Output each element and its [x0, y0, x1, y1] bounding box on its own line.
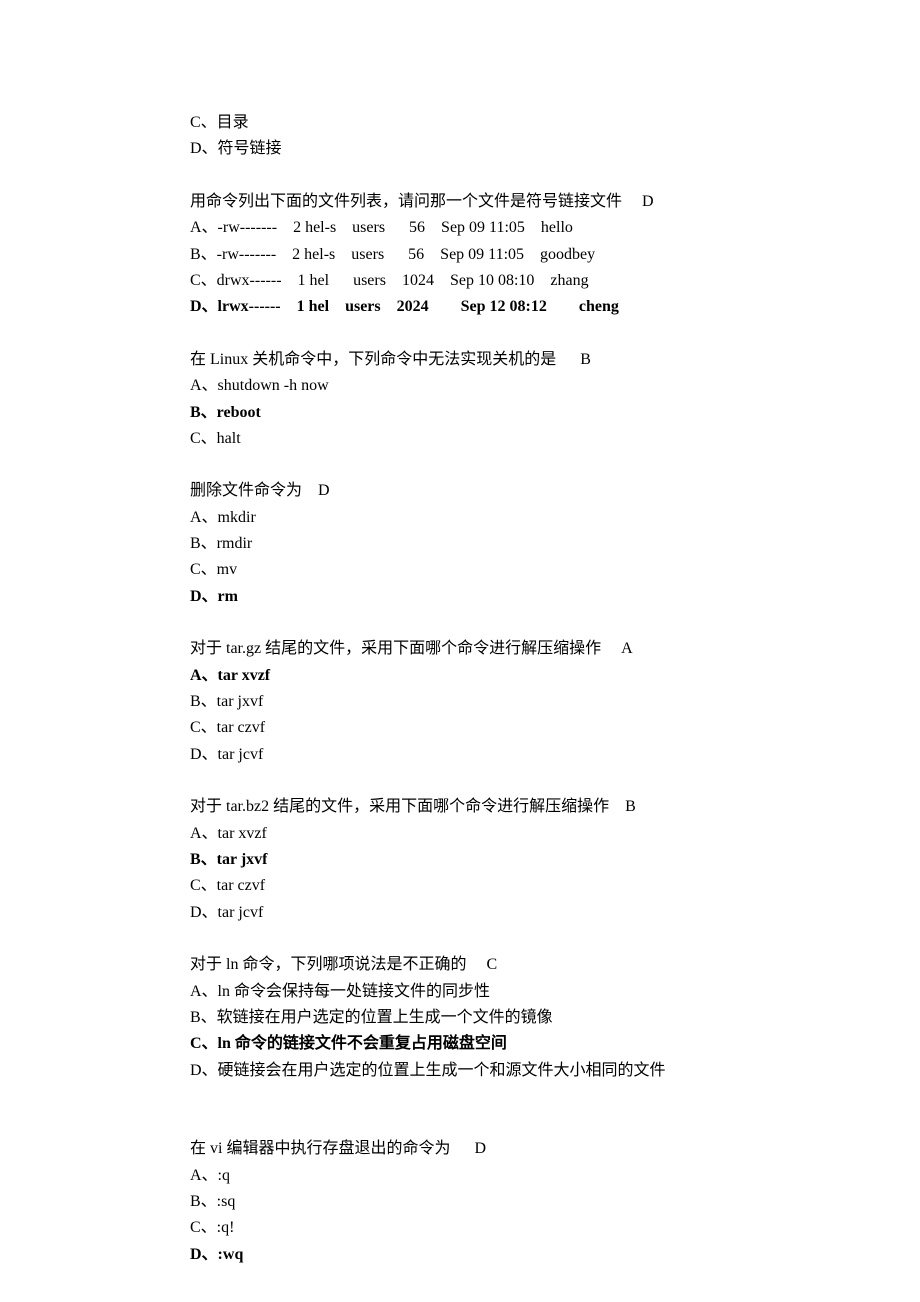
option-b: B、-rw------- 2 hel-s users 56 Sep 09 11:… — [190, 242, 730, 268]
option-c: C、:q! — [190, 1215, 730, 1241]
option-c: C、drwx------ 1 hel users 1024 Sep 10 08:… — [190, 268, 730, 294]
option-a: A、mkdir — [190, 505, 730, 531]
question-ln: 对于 ln 命令，下列哪项说法是不正确的 C A、ln 命令会保持每一处链接文件… — [190, 952, 730, 1084]
orphan-options: C、目录 D、符号链接 — [190, 110, 730, 163]
option-a-answer: A、tar xvzf — [190, 663, 730, 689]
option-c: C、目录 — [190, 110, 730, 136]
option-a: A、:q — [190, 1163, 730, 1189]
option-c: C、tar czvf — [190, 715, 730, 741]
question-stem: 在 Linux 关机命令中，下列命令中无法实现关机的是 B — [190, 347, 730, 373]
option-b-answer: B、tar jxvf — [190, 847, 730, 873]
option-b-answer: B、reboot — [190, 400, 730, 426]
option-d: D、tar jcvf — [190, 900, 730, 926]
option-a: A、tar xvzf — [190, 821, 730, 847]
option-a: A、ln 命令会保持每一处链接文件的同步性 — [190, 979, 730, 1005]
question-symlink: 用命令列出下面的文件列表，请问那一个文件是符号链接文件 D A、-rw-----… — [190, 189, 730, 321]
question-tarbz2: 对于 tar.bz2 结尾的文件，采用下面哪个命令进行解压缩操作 B A、tar… — [190, 794, 730, 926]
option-d-answer: D、:wq — [190, 1242, 730, 1268]
option-b: B、:sq — [190, 1189, 730, 1215]
option-a: A、shutdown -h now — [190, 373, 730, 399]
question-stem: 用命令列出下面的文件列表，请问那一个文件是符号链接文件 D — [190, 189, 730, 215]
option-d-answer: D、lrwx------ 1 hel users 2024 Sep 12 08:… — [190, 294, 730, 320]
option-b: B、软链接在用户选定的位置上生成一个文件的镜像 — [190, 1005, 730, 1031]
question-shutdown: 在 Linux 关机命令中，下列命令中无法实现关机的是 B A、shutdown… — [190, 347, 730, 453]
question-stem: 在 vi 编辑器中执行存盘退出的命令为 D — [190, 1136, 730, 1162]
question-vi-save: 在 vi 编辑器中执行存盘退出的命令为 D A、:q B、:sq C、:q! D… — [190, 1136, 730, 1268]
option-b: B、tar jxvf — [190, 689, 730, 715]
option-a: A、-rw------- 2 hel-s users 56 Sep 09 11:… — [190, 215, 730, 241]
question-targz: 对于 tar.gz 结尾的文件，采用下面哪个命令进行解压缩操作 A A、tar … — [190, 636, 730, 768]
question-stem: 对于 tar.bz2 结尾的文件，采用下面哪个命令进行解压缩操作 B — [190, 794, 730, 820]
question-stem: 对于 tar.gz 结尾的文件，采用下面哪个命令进行解压缩操作 A — [190, 636, 730, 662]
option-c: C、mv — [190, 557, 730, 583]
option-d-answer: D、rm — [190, 584, 730, 610]
option-d: D、tar jcvf — [190, 742, 730, 768]
question-delete-file: 删除文件命令为 D A、mkdir B、rmdir C、mv D、rm — [190, 478, 730, 610]
option-c: C、tar czvf — [190, 873, 730, 899]
option-c: C、halt — [190, 426, 730, 452]
option-d: D、硬链接会在用户选定的位置上生成一个和源文件大小相同的文件 — [190, 1058, 730, 1084]
question-stem: 删除文件命令为 D — [190, 478, 730, 504]
question-stem: 对于 ln 命令，下列哪项说法是不正确的 C — [190, 952, 730, 978]
option-b: B、rmdir — [190, 531, 730, 557]
option-c-answer: C、ln 命令的链接文件不会重复占用磁盘空间 — [190, 1031, 730, 1057]
option-d: D、符号链接 — [190, 136, 730, 162]
